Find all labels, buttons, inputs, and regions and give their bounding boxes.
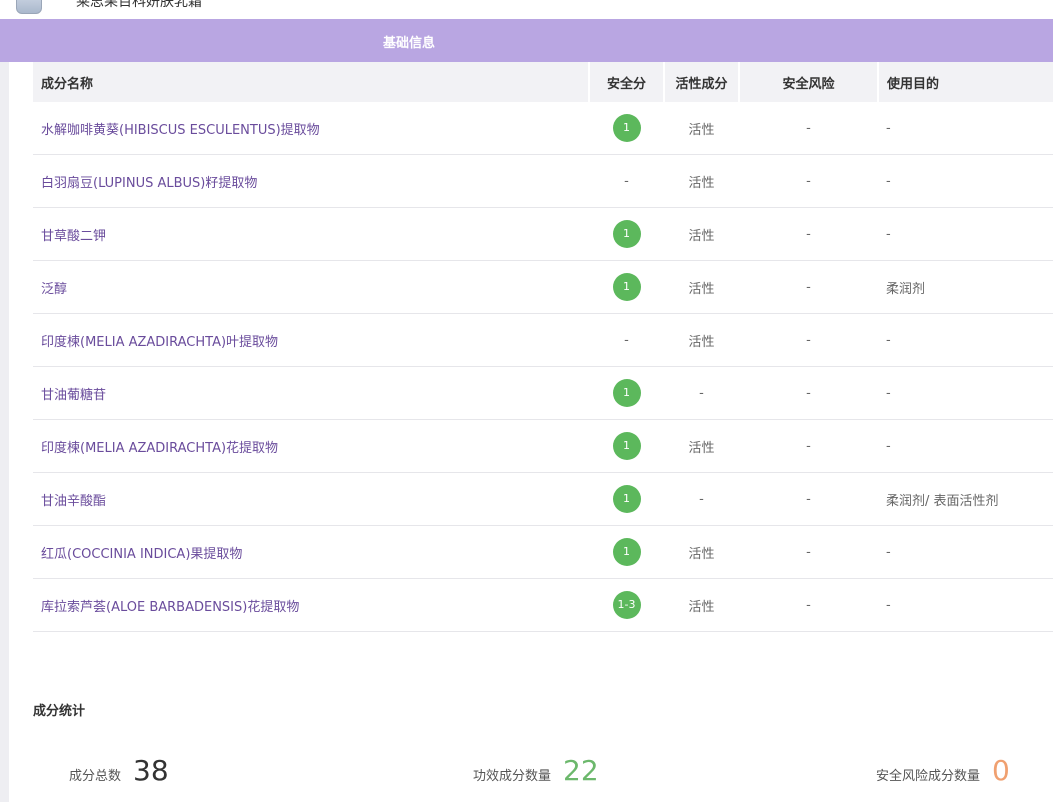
left-rail <box>0 62 9 802</box>
product-title: 莱思果百科妍肤乳霜 <box>76 0 202 10</box>
ingredient-name-link[interactable]: 白羽扇豆(LUPINUS ALBUS)籽提取物 <box>41 176 257 191</box>
active-flag: 活性 <box>688 281 715 297</box>
stat-risk-label: 安全风险成分数量 <box>876 769 981 784</box>
safety-risk: - <box>806 385 811 401</box>
ingredient-name-link[interactable]: 甘草酸二钾 <box>41 229 106 244</box>
active-flag: 活性 <box>688 122 715 138</box>
safety-risk: - <box>806 120 811 136</box>
table-row: 库拉索芦荟(ALOE BARBADENSIS)花提取物 1-3 活性 - - <box>33 578 1053 632</box>
table-row: 水解咖啡黄葵(HIBISCUS ESCULENTUS)提取物 1 活性 - - <box>33 102 1053 155</box>
usage-purpose: - <box>886 173 891 189</box>
safety-risk: - <box>806 173 811 189</box>
ingredient-table: 成分名称 安全分 活性成分 安全风险 使用目的 水解咖啡黄葵(HIBISCUS … <box>33 62 1053 632</box>
safety-risk: - <box>806 544 811 560</box>
usage-purpose: 柔润剂 <box>886 281 926 297</box>
product-jar-icon <box>16 0 42 14</box>
usage-purpose: - <box>886 597 891 613</box>
ingredient-name-link[interactable]: 红瓜(COCCINIA INDICA)果提取物 <box>41 547 242 562</box>
ingredient-name-link[interactable]: 甘油辛酸酯 <box>41 494 106 509</box>
safety-risk: - <box>806 491 811 507</box>
usage-purpose: - <box>886 544 891 560</box>
usage-purpose: - <box>886 332 891 348</box>
safety-score: 1 <box>612 114 641 142</box>
stat-total: 成分总数 38 <box>69 754 169 787</box>
section-banner: 基础信息 <box>0 19 1053 62</box>
table-row: 甘油葡糖苷 1 - - - <box>33 366 1053 420</box>
section-tab-basic-info[interactable]: 基础信息 <box>383 32 435 51</box>
column-header-purpose: 使用目的 <box>878 62 1053 102</box>
page: 莱思果百科妍肤乳霜 基础信息 成分名称 安全分 活性成分 安全风险 使用目的 水… <box>0 0 1053 802</box>
table-row: 印度楝(MELIA AZADIRACHTA)叶提取物 - 活性 - - <box>33 313 1053 367</box>
stat-risk-value: 0 <box>992 754 1010 787</box>
column-header-score: 安全分 <box>589 62 665 102</box>
usage-purpose: - <box>886 226 891 242</box>
safety-risk: - <box>806 597 811 613</box>
safety-score: - <box>624 332 629 348</box>
safety-score: 1 <box>612 273 641 301</box>
safety-score: 1 <box>612 379 641 407</box>
stat-total-label: 成分总数 <box>69 769 122 784</box>
ingredient-name-link[interactable]: 甘油葡糖苷 <box>41 388 106 403</box>
safety-risk: - <box>806 226 811 242</box>
table-header-row: 成分名称 安全分 活性成分 安全风险 使用目的 <box>33 62 1053 102</box>
safety-risk: - <box>806 279 811 295</box>
safety-score: 1-3 <box>612 591 641 619</box>
table-row: 印度楝(MELIA AZADIRACHTA)花提取物 1 活性 - - <box>33 419 1053 473</box>
ingredient-table-body: 水解咖啡黄葵(HIBISCUS ESCULENTUS)提取物 1 活性 - - … <box>33 102 1053 632</box>
usage-purpose: 柔润剂/ 表面活性剂 <box>886 493 999 509</box>
table-row: 泛醇 1 活性 - 柔润剂 <box>33 260 1053 314</box>
stats-title: 成分统计 <box>33 704 86 719</box>
ingredient-name-link[interactable]: 印度楝(MELIA AZADIRACHTA)花提取物 <box>41 441 278 456</box>
safety-score: - <box>624 173 629 189</box>
usage-purpose: - <box>886 120 891 136</box>
column-header-active: 活性成分 <box>664 62 740 102</box>
active-flag: 活性 <box>688 546 715 562</box>
safety-risk: - <box>806 438 811 454</box>
active-flag: - <box>699 385 704 401</box>
stat-effect-label: 功效成分数量 <box>473 769 552 784</box>
safety-risk: - <box>806 332 811 348</box>
table-row: 甘草酸二钾 1 活性 - - <box>33 207 1053 261</box>
ingredient-name-link[interactable]: 水解咖啡黄葵(HIBISCUS ESCULENTUS)提取物 <box>41 123 320 138</box>
ingredient-name-link[interactable]: 印度楝(MELIA AZADIRACHTA)叶提取物 <box>41 335 278 350</box>
top-strip: 莱思果百科妍肤乳霜 <box>0 0 1053 19</box>
stat-total-value: 38 <box>133 754 169 787</box>
usage-purpose: - <box>886 385 891 401</box>
active-flag: - <box>699 491 704 507</box>
stat-effect: 功效成分数量 22 <box>473 754 599 787</box>
active-flag: 活性 <box>688 599 715 615</box>
stat-effect-value: 22 <box>563 754 599 787</box>
ingredient-name-link[interactable]: 泛醇 <box>41 282 67 297</box>
active-flag: 活性 <box>688 175 715 191</box>
safety-score: 1 <box>612 485 641 513</box>
ingredient-name-link[interactable]: 库拉索芦荟(ALOE BARBADENSIS)花提取物 <box>41 600 299 615</box>
column-header-risk: 安全风险 <box>739 62 879 102</box>
active-flag: 活性 <box>688 228 715 244</box>
usage-purpose: - <box>886 438 891 454</box>
table-row: 白羽扇豆(LUPINUS ALBUS)籽提取物 - 活性 - - <box>33 154 1053 208</box>
safety-score: 1 <box>612 220 641 248</box>
table-row: 红瓜(COCCINIA INDICA)果提取物 1 活性 - - <box>33 525 1053 579</box>
active-flag: 活性 <box>688 334 715 350</box>
table-row: 甘油辛酸酯 1 - - 柔润剂/ 表面活性剂 <box>33 472 1053 526</box>
active-flag: 活性 <box>688 440 715 456</box>
safety-score: 1 <box>612 538 641 566</box>
safety-score: 1 <box>612 432 641 460</box>
stat-risk: 安全风险成分数量 0 <box>876 754 1010 787</box>
column-header-name: 成分名称 <box>33 62 590 102</box>
